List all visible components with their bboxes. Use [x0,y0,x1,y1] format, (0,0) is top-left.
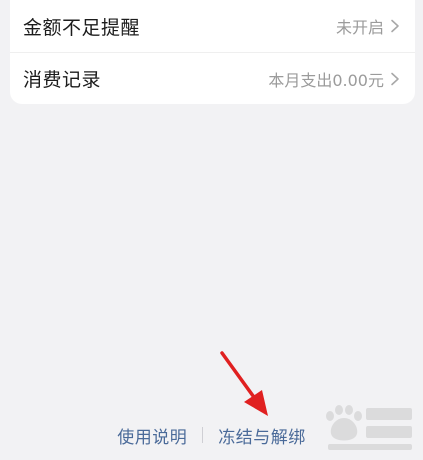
usage-instructions-link[interactable]: 使用说明 [117,423,187,448]
footer-divider [202,427,204,443]
footer-links: 使用说明 冻结与解绑 [0,420,423,450]
chevron-right-icon [391,72,399,85]
row-spending-records[interactable]: 消费记录 本月支出0.00元 [10,52,415,104]
low-balance-alert-status: 未开启 [335,18,384,37]
chevron-right-icon [391,19,399,33]
settings-card: 金额不足提醒 未开启 消费记录 本月支出0.00元 [10,0,415,104]
row-low-balance-alert[interactable]: 金额不足提醒 未开启 [10,0,415,52]
row-right-spending-records: 本月支出0.00元 [268,67,402,91]
annotation-arrow [220,351,268,416]
freeze-unbind-link[interactable]: 冻结与解绑 [218,423,306,448]
row-label-low-balance-alert: 金额不足提醒 [23,16,141,39]
monthly-spending-value: 本月支出0.00元 [268,70,384,90]
row-right-low-balance-alert: 未开启 [336,14,402,38]
row-label-spending-records: 消费记录 [23,69,102,91]
